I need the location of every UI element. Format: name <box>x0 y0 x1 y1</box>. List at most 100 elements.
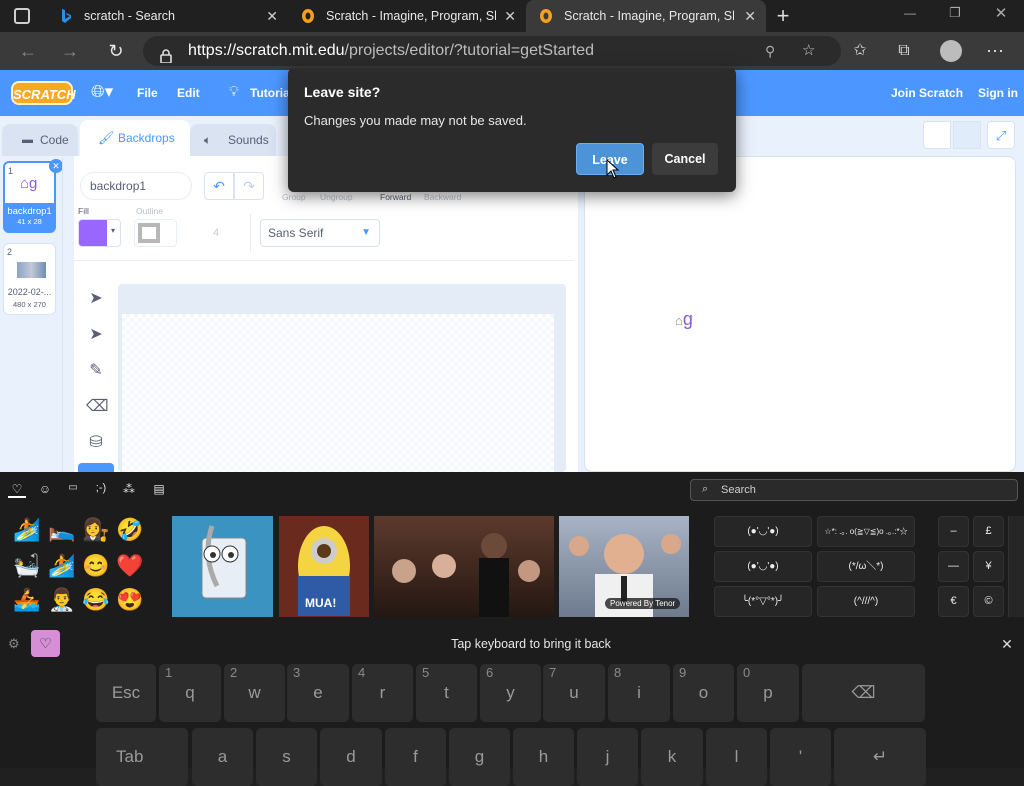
fill-tool-icon[interactable]: ⛁ <box>86 432 106 452</box>
scratch-logo[interactable]: SCRATCH <box>11 81 76 105</box>
key-i[interactable]: 8i <box>608 664 670 722</box>
key-y[interactable]: 6y <box>480 664 541 722</box>
group-button[interactable]: Group <box>282 192 306 202</box>
layout-normal-stage-button[interactable] <box>953 121 981 149</box>
gif-celebrate[interactable]: Powered By Tenor <box>559 516 689 617</box>
symbol-item[interactable]: £ <box>973 516 1004 547</box>
text-tool-icon[interactable] <box>78 463 114 472</box>
kaomoji-item[interactable]: ☆*: .｡. o(≧▽≦)o .｡.:*☆ <box>817 516 915 547</box>
symbol-item[interactable]: ¥ <box>973 551 1004 582</box>
forward-button[interactable]: Forward <box>380 192 411 202</box>
emoji-item[interactable]: 😂 <box>82 586 110 614</box>
kaomoji-item[interactable]: (^///^) <box>817 586 915 617</box>
redo-button[interactable]: ↷ <box>234 172 264 200</box>
tab-sounds[interactable]: 🔈︎ Sounds <box>190 124 276 156</box>
browser-tab-scratch-2[interactable]: Scratch - Imagine, Program, Sha ✕ <box>526 0 766 32</box>
join-scratch-link[interactable]: Join Scratch <box>891 70 963 116</box>
url-field[interactable]: https://scratch.mit.edu/projects/editor/… <box>143 36 841 66</box>
symbol-item[interactable]: – <box>938 516 969 547</box>
close-tab-icon[interactable]: ✕ <box>266 8 278 25</box>
key-s[interactable]: s <box>256 728 317 786</box>
key-backspace[interactable]: ⌫ <box>802 664 925 722</box>
key-tab[interactable]: Tab <box>96 728 188 786</box>
ungroup-button[interactable]: Ungroup <box>320 192 353 202</box>
emoji-search-input[interactable]: Search <box>690 479 1018 501</box>
emoji-item[interactable]: 😍 <box>116 586 144 614</box>
key-e[interactable]: 3e <box>287 664 349 722</box>
outline-width-input[interactable]: 4 <box>194 219 238 247</box>
emoji-item[interactable]: 🏄 <box>13 516 41 544</box>
backward-button[interactable]: Backward <box>424 192 461 202</box>
backdrop-thumbnail[interactable]: 2 2022-02-... 480 x 270 <box>3 243 56 315</box>
key-k[interactable]: k <box>641 728 703 786</box>
forward-arrow-icon[interactable]: → <box>58 40 82 62</box>
gif-crowd[interactable] <box>374 516 554 617</box>
key-w[interactable]: 2w <box>224 664 285 722</box>
fill-color-picker[interactable]: ▾ <box>78 219 121 247</box>
key-q[interactable]: 1q <box>159 664 221 722</box>
reshape-tool-icon[interactable]: ➤ <box>86 324 106 344</box>
emoji-item[interactable]: 🛌 <box>48 516 76 544</box>
key-r[interactable]: 4r <box>352 664 413 722</box>
file-menu[interactable]: File <box>137 70 158 116</box>
emoji-item[interactable]: 👩‍⚖️ <box>82 516 110 544</box>
gif-tab-icon[interactable]: ▭ <box>64 482 82 498</box>
gif-clippy[interactable] <box>172 516 273 617</box>
key-esc[interactable]: Esc <box>96 664 156 722</box>
symbol-item[interactable]: € <box>938 586 969 617</box>
browser-tab-scratch-1[interactable]: Scratch - Imagine, Program, Sha ✕ <box>288 0 526 32</box>
paint-canvas[interactable] <box>118 284 566 472</box>
emoji-item[interactable]: 🛀 <box>13 552 41 580</box>
kaomoji-item[interactable]: (●'◡'●) <box>714 551 812 582</box>
sign-in-link[interactable]: Sign in <box>978 70 1018 116</box>
gif-minion[interactable]: MUA! <box>279 516 369 617</box>
new-tab-button[interactable]: + <box>772 3 794 29</box>
delete-backdrop-icon[interactable]: ✕ <box>49 159 63 173</box>
key-h[interactable]: h <box>513 728 574 786</box>
symbols-tab-icon[interactable]: ⁂ <box>120 482 138 498</box>
key-d[interactable]: d <box>320 728 382 786</box>
restore-button[interactable]: ❐ <box>943 5 967 25</box>
emoji-item[interactable]: 🚣 <box>13 586 41 614</box>
key-o[interactable]: 9o <box>673 664 734 722</box>
back-arrow-icon[interactable]: ← <box>16 40 40 62</box>
font-dropdown[interactable]: Sans Serif ▼ <box>260 219 380 247</box>
kaomoji-item[interactable]: ╰(*°▽°*)╯ <box>714 586 812 617</box>
minimize-button[interactable]: — <box>898 6 922 26</box>
zoom-icon[interactable]: ⚲ <box>765 36 775 66</box>
tab-actions-icon[interactable] <box>14 8 30 24</box>
stage[interactable]: ⌂g <box>584 156 1016 472</box>
emoji-item[interactable]: ❤️ <box>116 552 144 580</box>
eraser-tool-icon[interactable]: ⌫ <box>86 396 109 416</box>
close-tab-icon[interactable]: ✕ <box>504 8 516 25</box>
outline-color-picker[interactable] <box>134 219 177 247</box>
favorites-tab-icon[interactable]: ♡ <box>8 482 26 498</box>
key-g[interactable]: g <box>449 728 510 786</box>
backdrop-thumbnail[interactable]: 1 ✕ ⌂g backdrop1 41 x 28 <box>3 159 63 233</box>
add-favorite-icon[interactable]: ☆ <box>802 36 815 66</box>
brush-tool-icon[interactable]: ✎ <box>86 360 106 380</box>
kaomoji-item[interactable]: (●'◡'●) <box>714 516 812 547</box>
layout-small-stage-button[interactable] <box>923 121 951 149</box>
symbol-item[interactable]: — <box>938 551 969 582</box>
key-enter[interactable]: ↵ <box>834 728 926 786</box>
emoji-item[interactable]: 😊 <box>82 552 110 580</box>
emoji-item[interactable]: 🤣 <box>116 516 144 544</box>
key-l[interactable]: l <box>706 728 767 786</box>
key-a[interactable]: a <box>192 728 253 786</box>
browser-tab-search[interactable]: scratch - Search ✕ <box>46 0 288 32</box>
key-p[interactable]: 0p <box>737 664 799 722</box>
key-j[interactable]: j <box>577 728 638 786</box>
tab-code[interactable]: ▬ Code <box>2 124 78 156</box>
cancel-button[interactable]: Cancel <box>652 143 718 175</box>
clipboard-tab-icon[interactable]: ▤ <box>150 482 168 498</box>
profile-avatar[interactable] <box>940 40 962 62</box>
undo-button[interactable]: ↶ <box>204 172 234 200</box>
refresh-icon[interactable]: ↻ <box>104 40 128 62</box>
key-u[interactable]: 7u <box>543 664 605 722</box>
edit-menu[interactable]: Edit <box>177 70 200 116</box>
more-menu-icon[interactable]: ⋯ <box>983 39 1007 63</box>
close-tab-icon[interactable]: ✕ <box>744 8 756 25</box>
key-t[interactable]: 5t <box>416 664 477 722</box>
fullscreen-icon[interactable]: ⤢ <box>987 121 1015 149</box>
